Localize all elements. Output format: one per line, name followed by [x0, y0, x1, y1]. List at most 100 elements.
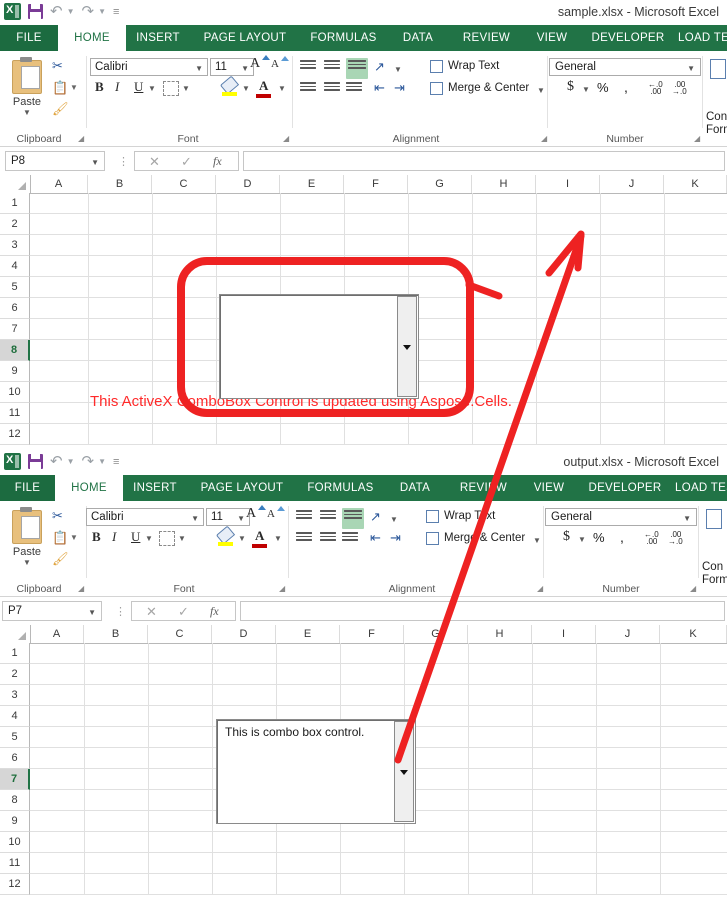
accounting-format-icon[interactable]: $	[563, 529, 570, 545]
combobox-dropdown-icon[interactable]	[394, 721, 414, 822]
undo-icon[interactable]: ↶	[50, 4, 63, 19]
number-format-select[interactable]: General ▼	[545, 508, 697, 526]
alignment-dialog-launcher[interactable]: ◢	[541, 134, 547, 143]
column-header-j[interactable]: J	[596, 625, 660, 643]
conditional-formatting-icon[interactable]	[706, 509, 722, 529]
format-painter-icon[interactable]: 🖌	[52, 551, 69, 567]
comma-format-icon[interactable]: ,	[624, 79, 628, 95]
enter-formula-icon[interactable]: ✓	[178, 604, 189, 620]
tab-data[interactable]: DATA	[387, 25, 449, 51]
column-header-d[interactable]: D	[212, 625, 276, 643]
increase-font-size-icon[interactable]: A	[246, 506, 256, 522]
decrease-indent-icon[interactable]: ⇤	[370, 530, 381, 546]
increase-font-size-icon[interactable]: A	[250, 56, 260, 72]
tab-insert[interactable]: INSERT	[126, 25, 190, 51]
borders-dropdown-icon[interactable]: ▼	[178, 534, 186, 543]
italic-icon[interactable]: I	[112, 529, 116, 545]
conditional-formatting-label[interactable]: ConForm	[706, 111, 727, 137]
row-header-8[interactable]: 8	[0, 790, 30, 811]
accounting-dropdown-icon[interactable]: ▼	[578, 535, 586, 544]
align-center-icon[interactable]	[320, 532, 336, 545]
underline-dropdown-icon[interactable]: ▼	[145, 534, 153, 543]
increase-decimal-icon[interactable]: ←.0 .00	[644, 531, 659, 546]
percent-format-icon[interactable]: %	[597, 80, 609, 95]
row-header-8[interactable]: 8	[0, 340, 30, 361]
decrease-font-size-icon[interactable]: A	[271, 58, 279, 70]
redo-icon[interactable]: ↷	[82, 454, 95, 469]
decrease-decimal-icon[interactable]: .00 →.0	[668, 531, 683, 546]
row-header-1[interactable]: 1	[0, 643, 30, 664]
row-header-11[interactable]: 11	[0, 853, 30, 874]
row-header-2[interactable]: 2	[0, 664, 30, 685]
tab-view[interactable]: VIEW	[524, 25, 580, 51]
column-header-a[interactable]: A	[30, 175, 88, 193]
conditional-formatting-icon[interactable]	[710, 59, 726, 79]
align-left-icon[interactable]	[300, 82, 316, 95]
font-dialog-launcher[interactable]: ◢	[283, 134, 289, 143]
orientation-icon[interactable]: ↗	[374, 59, 385, 75]
tab-formulas[interactable]: FORMULAS	[297, 475, 384, 501]
worksheet-grid-output[interactable]: A B C D E F G H I J K 1 2 3 4 5 6 7 8 9 10 11 12 Th…	[0, 625, 727, 899]
underline-icon[interactable]: U	[134, 79, 143, 95]
tab-review[interactable]: REVIEW	[449, 25, 524, 51]
column-header-c[interactable]: C	[148, 625, 212, 643]
row-header-7[interactable]: 7	[0, 769, 30, 790]
decrease-font-size-icon[interactable]: A	[267, 508, 275, 520]
column-header-e[interactable]: E	[280, 175, 344, 193]
tab-review[interactable]: REVIEW	[446, 475, 521, 501]
merge-center-label[interactable]: Merge & Center	[444, 532, 525, 544]
cut-icon[interactable]: ✂	[52, 508, 63, 524]
tab-page-layout[interactable]: PAGE LAYOUT	[190, 25, 300, 51]
font-size-input[interactable]: 11 ▼	[206, 508, 250, 526]
row-header-5[interactable]: 5	[0, 727, 30, 748]
tab-data[interactable]: DATA	[384, 475, 446, 501]
percent-format-icon[interactable]: %	[593, 530, 605, 545]
column-header-h[interactable]: H	[468, 625, 532, 643]
row-header-9[interactable]: 9	[0, 811, 30, 832]
align-middle-icon[interactable]	[320, 510, 336, 523]
font-dialog-launcher[interactable]: ◢	[279, 584, 285, 593]
align-right-icon[interactable]	[346, 82, 362, 95]
merge-center-label[interactable]: Merge & Center	[448, 82, 529, 94]
align-bottom-icon[interactable]	[346, 58, 368, 79]
tab-home[interactable]: HOME	[55, 475, 123, 501]
orientation-dropdown-icon[interactable]: ▼	[390, 515, 398, 524]
row-header-1[interactable]: 1	[0, 193, 30, 214]
row-header-2[interactable]: 2	[0, 214, 30, 235]
undo-dropdown-icon[interactable]: ▼	[67, 457, 75, 466]
tab-developer[interactable]: DEVELOPER	[577, 475, 673, 501]
orientation-dropdown-icon[interactable]: ▼	[394, 65, 402, 74]
column-header-a[interactable]: A	[30, 625, 84, 643]
insert-function-icon[interactable]: fx	[210, 604, 219, 619]
row-header-5[interactable]: 5	[0, 277, 30, 298]
underline-icon[interactable]: U	[131, 529, 140, 545]
tab-formulas[interactable]: FORMULAS	[300, 25, 387, 51]
customize-qat-icon[interactable]: ≡	[113, 6, 119, 18]
insert-function-icon[interactable]: fx	[213, 154, 222, 169]
column-header-c[interactable]: C	[152, 175, 216, 193]
column-header-k[interactable]: K	[660, 625, 727, 643]
merge-center-dropdown-icon[interactable]: ▼	[537, 86, 545, 95]
alignment-dialog-launcher[interactable]: ◢	[537, 584, 543, 593]
tab-load-test[interactable]: LOAD TE	[676, 25, 727, 51]
align-center-icon[interactable]	[324, 82, 340, 95]
row-header-3[interactable]: 3	[0, 235, 30, 256]
decrease-decimal-icon[interactable]: .00 →.0	[672, 81, 687, 96]
conditional-formatting-label[interactable]: ConForm	[702, 561, 727, 587]
accounting-format-icon[interactable]: $	[567, 79, 574, 95]
row-header-4[interactable]: 4	[0, 706, 30, 727]
merge-center-icon[interactable]	[430, 82, 443, 95]
tab-file[interactable]: FILE	[0, 25, 58, 51]
column-header-e[interactable]: E	[276, 625, 340, 643]
column-header-b[interactable]: B	[84, 625, 148, 643]
undo-dropdown-icon[interactable]: ▼	[67, 7, 75, 16]
orientation-icon[interactable]: ↗	[370, 509, 381, 525]
increase-indent-icon[interactable]: ⇥	[390, 530, 401, 546]
combobox-dropdown-icon[interactable]	[397, 296, 417, 397]
save-icon[interactable]	[28, 4, 43, 19]
column-header-j[interactable]: J	[600, 175, 664, 193]
row-header-11[interactable]: 11	[0, 403, 30, 424]
wrap-text-icon[interactable]	[430, 60, 443, 73]
format-painter-icon[interactable]: 🖌	[52, 101, 69, 117]
merge-center-icon[interactable]	[426, 532, 439, 545]
